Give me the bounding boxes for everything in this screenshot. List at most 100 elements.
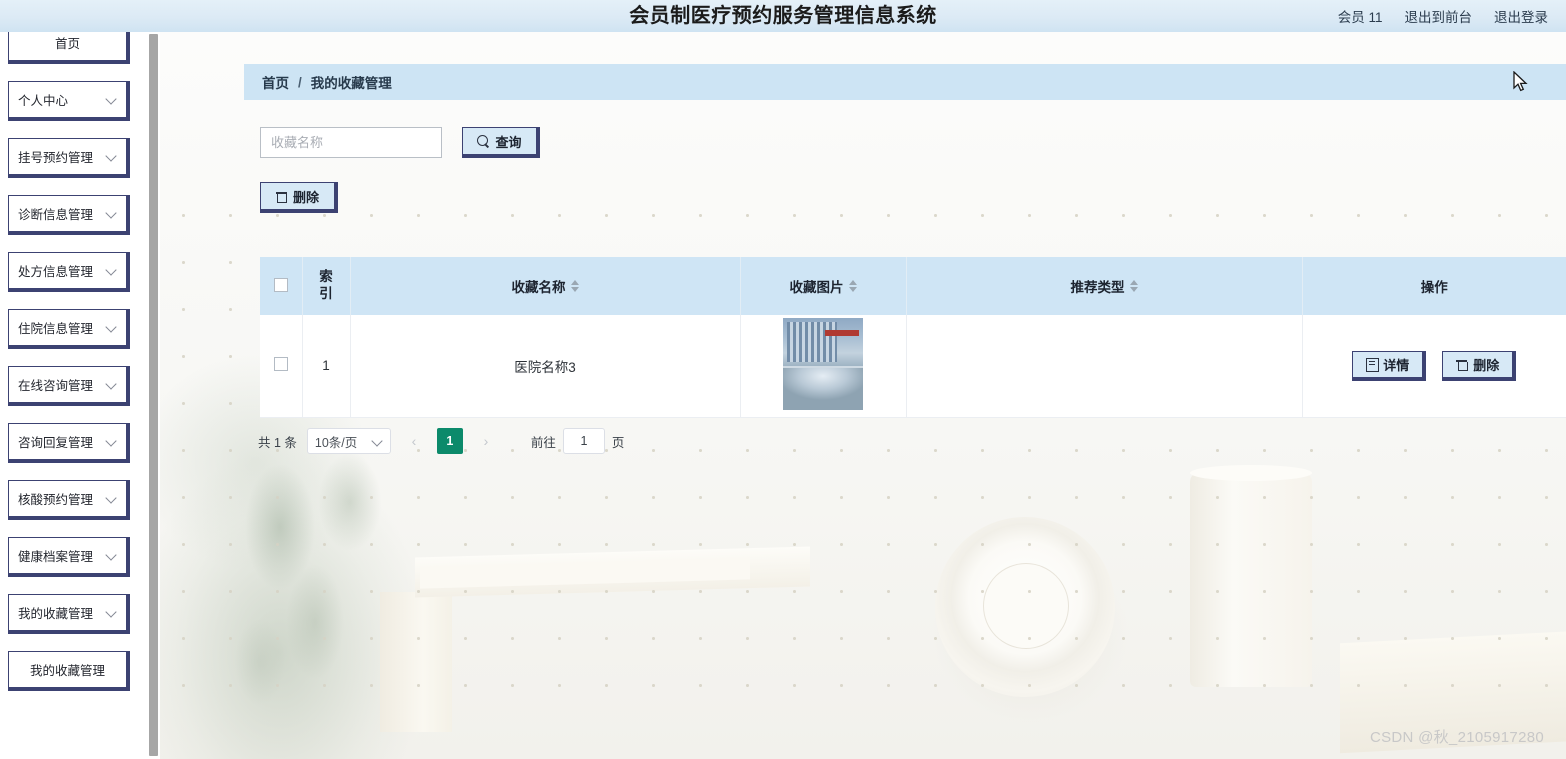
pagination-jump-prefix: 前往 bbox=[530, 435, 556, 450]
chevron-down-icon bbox=[106, 265, 117, 276]
query-button[interactable]: 查询 bbox=[462, 127, 540, 158]
sidebar-item-inpatient-info[interactable]: 住院信息管理 bbox=[8, 309, 130, 349]
column-header-image-label: 收藏图片 bbox=[789, 280, 844, 295]
table-header-row: 索引 收藏名称 收藏图片 推荐类型 操作 bbox=[260, 257, 1566, 315]
breadcrumb-current: 我的收藏管理 bbox=[310, 76, 392, 91]
row-checkbox[interactable] bbox=[273, 357, 288, 372]
sidebar-item-label: 我的收藏管理 bbox=[18, 607, 94, 621]
query-button-label: 查询 bbox=[495, 134, 522, 150]
trash-icon bbox=[275, 190, 288, 203]
app-header: 会员制医疗预约服务管理信息系统 会员 11 退出到前台 退出登录 bbox=[0, 0, 1566, 32]
breadcrumb-home[interactable]: 首页 bbox=[262, 72, 289, 92]
pagination-total: 共 1 条 bbox=[258, 435, 297, 450]
sidebar-item-label: 首页 bbox=[54, 37, 80, 51]
header-links: 会员 11 退出到前台 退出登录 bbox=[1338, 0, 1548, 32]
sidebar-scrollbar-thumb[interactable] bbox=[149, 34, 158, 756]
favorite-thumbnail-image[interactable] bbox=[783, 318, 863, 411]
sidebar-item-label: 咨询回复管理 bbox=[18, 436, 94, 450]
chevron-down-icon bbox=[106, 94, 117, 105]
column-header-type[interactable]: 推荐类型 bbox=[906, 257, 1303, 315]
exit-to-front-link[interactable]: 退出到前台 bbox=[1405, 6, 1473, 26]
page-body: 首页 个人中心 挂号预约管理 诊断信息管理 处方信息管理 住院信息管理 在线咨询… bbox=[0, 32, 1566, 759]
trash-icon bbox=[1456, 358, 1468, 371]
search-input[interactable] bbox=[260, 127, 442, 158]
column-header-name-label: 收藏名称 bbox=[511, 280, 566, 295]
page-size-value: 10条/页 bbox=[314, 435, 358, 450]
chevron-down-icon bbox=[106, 607, 117, 618]
column-header-operations: 操作 bbox=[1302, 257, 1566, 315]
sidebar-item-consult-reply[interactable]: 咨询回复管理 bbox=[8, 423, 130, 463]
sidebar-item-personal-center[interactable]: 个人中心 bbox=[8, 81, 130, 121]
chevron-down-icon bbox=[372, 436, 383, 447]
chevron-down-icon bbox=[106, 550, 117, 561]
sidebar-item-prescription-info[interactable]: 处方信息管理 bbox=[8, 252, 130, 292]
table-row: 1 医院名称3 详情 删除 bbox=[260, 315, 1566, 418]
chevron-down-icon bbox=[106, 151, 117, 162]
sidebar-item-registration-appointment[interactable]: 挂号预约管理 bbox=[8, 138, 130, 178]
row-select-cell bbox=[260, 315, 303, 418]
sidebar-item-label: 住院信息管理 bbox=[18, 322, 94, 336]
sidebar-item-nucleic-acid-appointment[interactable]: 核酸预约管理 bbox=[8, 480, 130, 520]
sidebar-item-label: 我的收藏管理 bbox=[29, 664, 105, 678]
sidebar-item-label: 个人中心 bbox=[18, 94, 69, 108]
row-detail-label: 详情 bbox=[1383, 357, 1410, 373]
row-detail-button[interactable]: 详情 bbox=[1352, 350, 1427, 381]
sidebar-item-health-record[interactable]: 健康档案管理 bbox=[8, 537, 130, 577]
chevron-down-icon bbox=[106, 208, 117, 219]
sidebar-item-home[interactable]: 首页 bbox=[8, 32, 130, 64]
breadcrumb-separator: / bbox=[298, 74, 302, 90]
breadcrumb: 首页 / 我的收藏管理 bbox=[244, 64, 1566, 100]
select-all-header bbox=[260, 257, 303, 315]
sidebar-item-my-favorites[interactable]: 我的收藏管理 bbox=[8, 594, 130, 634]
row-delete-button[interactable]: 删除 bbox=[1442, 350, 1517, 381]
sort-icon[interactable] bbox=[570, 279, 579, 293]
page-title: 会员制医疗预约服务管理信息系统 bbox=[629, 5, 937, 27]
logout-link[interactable]: 退出登录 bbox=[1494, 6, 1548, 26]
pagination-jump-suffix: 页 bbox=[611, 435, 625, 450]
favorites-table: 索引 收藏名称 收藏图片 推荐类型 操作 1 医院名称3 详情 删除 bbox=[260, 257, 1566, 418]
row-index-cell: 1 bbox=[302, 315, 351, 418]
column-header-name[interactable]: 收藏名称 bbox=[350, 257, 741, 315]
page-size-select[interactable]: 10条/页 bbox=[306, 428, 391, 454]
row-type-cell bbox=[906, 315, 1303, 418]
sidebar-item-label: 健康档案管理 bbox=[18, 550, 94, 564]
pagination-jump-input[interactable] bbox=[562, 428, 605, 454]
data-table-wrapper: 索引 收藏名称 收藏图片 推荐类型 操作 1 医院名称3 详情 删除 bbox=[260, 257, 1566, 418]
column-header-image[interactable]: 收藏图片 bbox=[740, 257, 907, 315]
chevron-down-icon bbox=[106, 493, 117, 504]
sidebar-item-label: 核酸预约管理 bbox=[18, 493, 94, 507]
bulk-delete-label: 删除 bbox=[292, 189, 319, 205]
pagination-jump: 前往 页 bbox=[530, 428, 625, 454]
search-icon bbox=[477, 135, 489, 147]
sidebar-item-label: 挂号预约管理 bbox=[18, 151, 94, 165]
select-all-checkbox[interactable] bbox=[273, 277, 288, 292]
sidebar-item-diagnosis-info[interactable]: 诊断信息管理 bbox=[8, 195, 130, 235]
pagination: 共 1 条 10条/页 ‹ 1 › 前往 页 bbox=[258, 428, 624, 454]
row-delete-label: 删除 bbox=[1473, 357, 1500, 373]
search-toolbar: 查询 bbox=[260, 127, 540, 158]
sidebar-item-label: 诊断信息管理 bbox=[18, 208, 94, 222]
row-operations-cell: 详情 删除 bbox=[1302, 315, 1566, 418]
chevron-down-icon bbox=[106, 322, 117, 333]
thumbnail-sign bbox=[825, 330, 859, 337]
chevron-down-icon bbox=[106, 436, 117, 447]
sidebar-subitem-my-favorites[interactable]: 我的收藏管理 bbox=[8, 651, 130, 691]
mouse-cursor bbox=[1513, 71, 1528, 92]
sort-icon[interactable] bbox=[1129, 279, 1138, 293]
column-header-type-label: 推荐类型 bbox=[1070, 280, 1125, 295]
sidebar-item-online-consult[interactable]: 在线咨询管理 bbox=[8, 366, 130, 406]
sort-icon[interactable] bbox=[848, 279, 857, 293]
member-label: 会员 11 bbox=[1337, 10, 1383, 25]
column-header-index-label: 索引 bbox=[319, 269, 333, 301]
watermark: CSDN @秋_2105917280 bbox=[1369, 729, 1544, 746]
bulk-delete-button[interactable]: 删除 bbox=[260, 182, 338, 213]
chevron-down-icon bbox=[106, 379, 117, 390]
pagination-next-button[interactable]: › bbox=[473, 428, 499, 454]
pagination-prev-button[interactable]: ‹ bbox=[401, 428, 427, 454]
row-image-cell bbox=[740, 315, 907, 418]
pagination-page-1[interactable]: 1 bbox=[436, 428, 463, 454]
row-name-cell: 医院名称3 bbox=[350, 315, 741, 418]
content-area: 首页 / 我的收藏管理 查询 删除 bbox=[160, 32, 1566, 759]
sidebar-item-label: 在线咨询管理 bbox=[18, 379, 94, 393]
document-icon bbox=[1366, 358, 1380, 373]
